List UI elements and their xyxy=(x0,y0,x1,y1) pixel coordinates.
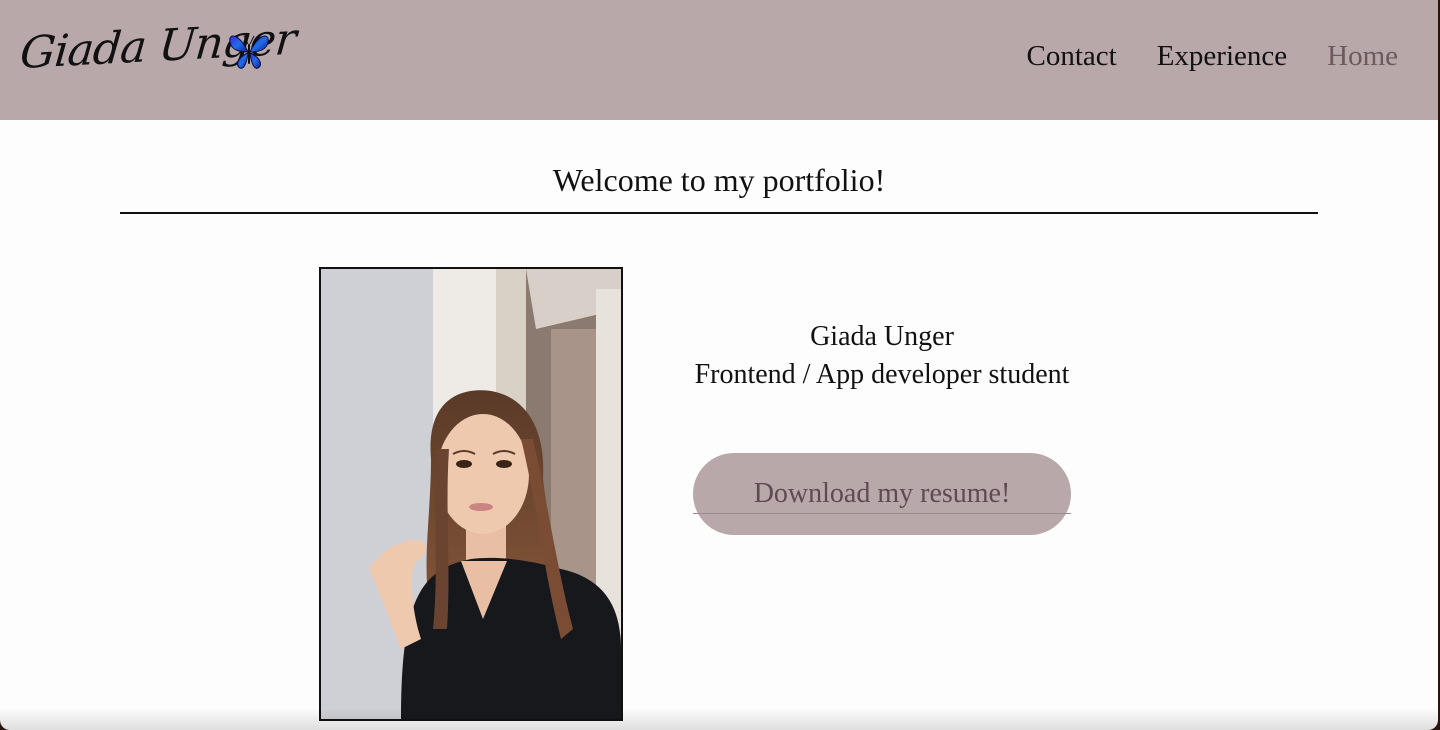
nav-home-link[interactable]: Home xyxy=(1327,40,1398,73)
nav-contact-link[interactable]: Contact xyxy=(1027,40,1117,73)
intro-role: Frontend / App developer student xyxy=(694,359,1070,390)
portrait-illustration xyxy=(321,269,621,719)
intro-block: Giada Unger Frontend / App developer stu… xyxy=(692,318,1072,394)
browser-viewport: Giada Unger Contact Experience Home Welc… xyxy=(0,0,1438,730)
nav-links: Contact Experience Home xyxy=(1027,40,1399,73)
download-resume-button[interactable]: Download my resume! xyxy=(693,453,1071,535)
welcome-heading: Welcome to my portfolio! xyxy=(552,162,886,198)
resume-button-underline xyxy=(693,513,1071,514)
navbar: Giada Unger Contact Experience Home xyxy=(0,0,1438,120)
portrait-photo xyxy=(319,267,623,721)
butterfly-icon xyxy=(229,35,269,69)
intro-name: Giada Unger xyxy=(810,321,954,352)
nav-experience-link[interactable]: Experience xyxy=(1157,40,1287,73)
bottom-shadow xyxy=(0,708,1438,730)
heading-divider xyxy=(120,212,1318,214)
